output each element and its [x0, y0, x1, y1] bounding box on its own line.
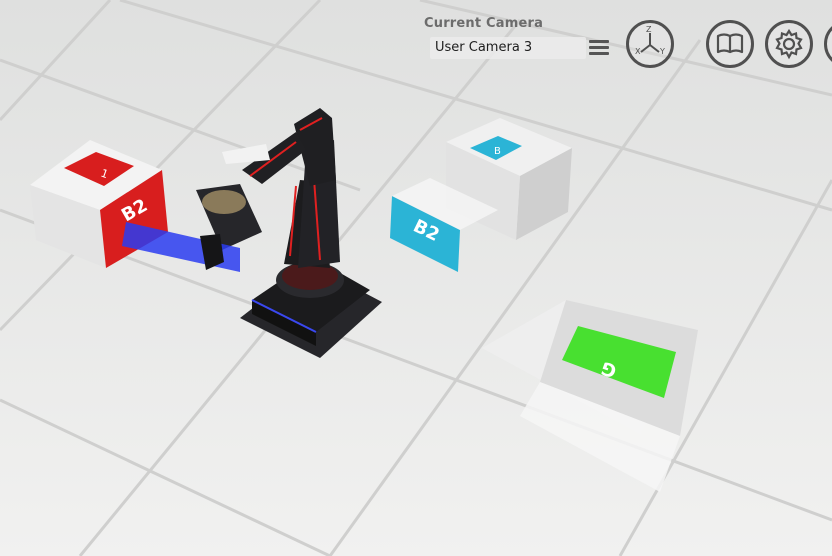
axes-button[interactable]: Z X Y: [626, 20, 674, 68]
camera-selector[interactable]: User Camera 3: [430, 37, 586, 59]
documentation-button[interactable]: [706, 20, 754, 68]
svg-text:X: X: [635, 47, 641, 56]
svg-text:Z: Z: [646, 25, 652, 34]
gear-icon: [775, 28, 803, 60]
settings-button[interactable]: [765, 20, 813, 68]
book-icon: [716, 33, 744, 54]
svg-text:Y: Y: [659, 47, 665, 56]
menu-icon[interactable]: [588, 37, 610, 59]
simulation-viewport[interactable]: 1 B2 B B2 G: [0, 0, 832, 556]
cyan-box-top-label: B: [494, 146, 501, 157]
axes-icon: Z X Y: [635, 25, 665, 56]
current-camera-heading: Current Camera: [424, 16, 544, 31]
